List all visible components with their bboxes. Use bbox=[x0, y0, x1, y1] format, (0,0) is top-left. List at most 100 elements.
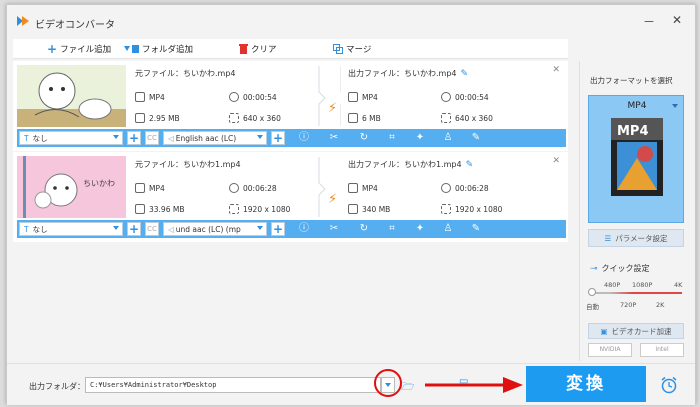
folder-icon bbox=[348, 113, 358, 123]
output-format-selector[interactable]: MP4 MP4 bbox=[588, 95, 684, 223]
source-resolution-value: 640 x 360 bbox=[243, 113, 281, 123]
add-audio-button[interactable]: + bbox=[271, 222, 285, 236]
subtitle-select[interactable]: T なし bbox=[19, 222, 123, 236]
watermark-stamp-icon[interactable]: ♙ bbox=[441, 132, 455, 144]
scissors-icon[interactable]: ✂ bbox=[327, 132, 341, 144]
open-folder-icon[interactable]: 🗁 bbox=[401, 378, 417, 393]
merge-button[interactable]: マージ bbox=[333, 42, 371, 56]
output-folder-icon[interactable]: ▭ bbox=[459, 376, 468, 387]
file-item[interactable]: ちいかわ 元ファイル：ちいかわ1.mp4 MP4 00:06:28 33.96 … bbox=[13, 152, 568, 242]
quality-slider-handle[interactable] bbox=[588, 288, 596, 296]
quick-settings-label: ⊸ クイック設定 bbox=[590, 263, 650, 274]
clear-button[interactable]: クリア bbox=[239, 42, 277, 56]
info-icon[interactable]: ⓘ bbox=[297, 132, 311, 144]
rotate-icon[interactable]: ↻ bbox=[357, 132, 371, 144]
file-list: 元ファイル：ちいかわ.mp4 MP4 00:00:54 2.95 MB 640 … bbox=[13, 61, 568, 361]
source-resolution-value: 1920 x 1080 bbox=[243, 204, 291, 214]
parameter-settings-label: パラメータ設定 bbox=[615, 233, 668, 243]
subtitle-select[interactable]: T なし bbox=[19, 131, 123, 145]
output-filename-label: 出力ファイル：ちいかわ1.mp4 bbox=[348, 160, 462, 169]
thumbnail-caption: ちいかわ bbox=[83, 179, 115, 188]
selected-format: MP4 bbox=[627, 101, 647, 111]
source-format-value: MP4 bbox=[149, 92, 165, 102]
tick-auto: 自動 bbox=[586, 303, 599, 311]
output-filename[interactable]: 出力ファイル：ちいかわ1.mp4 ✎ bbox=[348, 159, 473, 170]
video-thumbnail[interactable]: ちいかわ bbox=[17, 156, 126, 218]
folder-icon bbox=[348, 204, 358, 214]
title-bar: ビデオコンバータ － ✕ bbox=[7, 5, 695, 37]
folder-icon bbox=[135, 204, 145, 214]
add-folder-label: フォルダ追加 bbox=[142, 45, 194, 55]
parameter-settings-button[interactable]: ☰ パラメータ設定 bbox=[588, 229, 684, 247]
format-label: 出力フォーマットを選択 bbox=[590, 76, 673, 85]
crop-icon[interactable]: ⌗ bbox=[385, 132, 399, 144]
file-item[interactable]: 元ファイル：ちいかわ.mp4 MP4 00:00:54 2.95 MB 640 … bbox=[13, 61, 568, 151]
plus-icon: + bbox=[47, 42, 58, 56]
thumbnail-image bbox=[17, 65, 126, 127]
rotate-icon[interactable]: ↻ bbox=[357, 223, 371, 235]
output-folder-path[interactable]: C:¥Users¥Administrator¥Desktop bbox=[85, 377, 381, 393]
add-folder-button[interactable]: フォルダ追加 bbox=[123, 42, 193, 56]
speaker-icon: ◁ bbox=[168, 224, 174, 234]
clear-label: クリア bbox=[251, 45, 277, 55]
sliders-icon: ☰ bbox=[604, 233, 612, 243]
audio-track-value: English aac (LC) bbox=[175, 133, 237, 143]
source-duration-value: 00:00:54 bbox=[243, 92, 277, 102]
source-size-value: 2.95 MB bbox=[149, 113, 180, 123]
resolution-icon bbox=[441, 204, 451, 214]
add-file-button[interactable]: + ファイル追加 bbox=[47, 42, 111, 56]
chevron-down-icon bbox=[113, 135, 119, 139]
audio-track-select[interactable]: ◁ English aac (LC) bbox=[163, 131, 267, 145]
merge-label: マージ bbox=[346, 45, 372, 55]
source-format-value: MP4 bbox=[149, 183, 165, 193]
edit-pencil-icon[interactable]: ✎ bbox=[466, 160, 474, 170]
clock-icon bbox=[229, 92, 239, 102]
add-file-label: ファイル追加 bbox=[60, 45, 112, 55]
scissors-icon[interactable]: ✂ bbox=[327, 223, 341, 235]
film-icon bbox=[135, 92, 145, 102]
gpu-icon: ▣ bbox=[600, 326, 608, 336]
output-duration: 00:00:54 bbox=[441, 92, 489, 102]
source-filename: 元ファイル：ちいかわ1.mp4 bbox=[135, 160, 241, 169]
mp4-icon-text: MP4 bbox=[617, 124, 649, 139]
effects-wand-icon[interactable]: ✦ bbox=[413, 223, 427, 235]
video-thumbnail[interactable] bbox=[17, 65, 126, 127]
source-duration-value: 00:06:28 bbox=[243, 183, 277, 193]
remove-item-close-icon[interactable]: ✕ bbox=[552, 65, 560, 75]
audio-track-select[interactable]: ◁ und aac (LC) (mp bbox=[163, 222, 267, 236]
minimize-button[interactable]: － bbox=[639, 13, 659, 30]
add-audio-button[interactable]: + bbox=[271, 131, 285, 145]
output-size: 6 MB bbox=[348, 113, 381, 123]
cc-button[interactable]: CC bbox=[145, 222, 159, 236]
add-subtitle-button[interactable]: + bbox=[127, 131, 141, 145]
output-filename[interactable]: 出力ファイル：ちいかわ.mp4 ✎ bbox=[348, 68, 468, 79]
output-size: 340 MB bbox=[348, 204, 390, 214]
output-resolution: 1920 x 1080 bbox=[441, 204, 502, 214]
clock-icon bbox=[441, 183, 451, 193]
audio-track-value: und aac (LC) (mp bbox=[175, 224, 241, 234]
source-format: MP4 bbox=[135, 92, 165, 102]
info-icon[interactable]: ⓘ bbox=[297, 223, 311, 235]
trash-icon bbox=[239, 44, 248, 54]
add-subtitle-button[interactable]: + bbox=[127, 222, 141, 236]
alarm-clock-icon[interactable] bbox=[660, 376, 678, 394]
resolution-icon bbox=[441, 113, 451, 123]
subtitle-edit-icon[interactable]: ✎ bbox=[469, 132, 483, 144]
output-resolution-value: 640 x 360 bbox=[455, 113, 493, 123]
output-resolution: 640 x 360 bbox=[441, 113, 493, 123]
effects-wand-icon[interactable]: ✦ bbox=[413, 132, 427, 144]
edit-pencil-icon[interactable]: ✎ bbox=[461, 69, 469, 79]
output-duration-value: 00:06:28 bbox=[455, 183, 489, 193]
remove-item-close-icon[interactable]: ✕ bbox=[552, 156, 560, 166]
crop-icon[interactable]: ⌗ bbox=[385, 223, 399, 235]
resolution-icon bbox=[229, 113, 239, 123]
cc-button[interactable]: CC bbox=[145, 131, 159, 145]
source-duration: 00:06:28 bbox=[229, 183, 277, 193]
gpu-acceleration-button[interactable]: ▣ ビデオカード加速 bbox=[588, 323, 684, 339]
watermark-stamp-icon[interactable]: ♙ bbox=[441, 223, 455, 235]
close-button[interactable]: ✕ bbox=[667, 13, 687, 27]
tick-2k: 2K bbox=[656, 301, 665, 309]
subtitle-edit-icon[interactable]: ✎ bbox=[469, 223, 483, 235]
quality-slider[interactable] bbox=[592, 292, 682, 294]
convert-button[interactable]: 変換 bbox=[526, 366, 646, 402]
